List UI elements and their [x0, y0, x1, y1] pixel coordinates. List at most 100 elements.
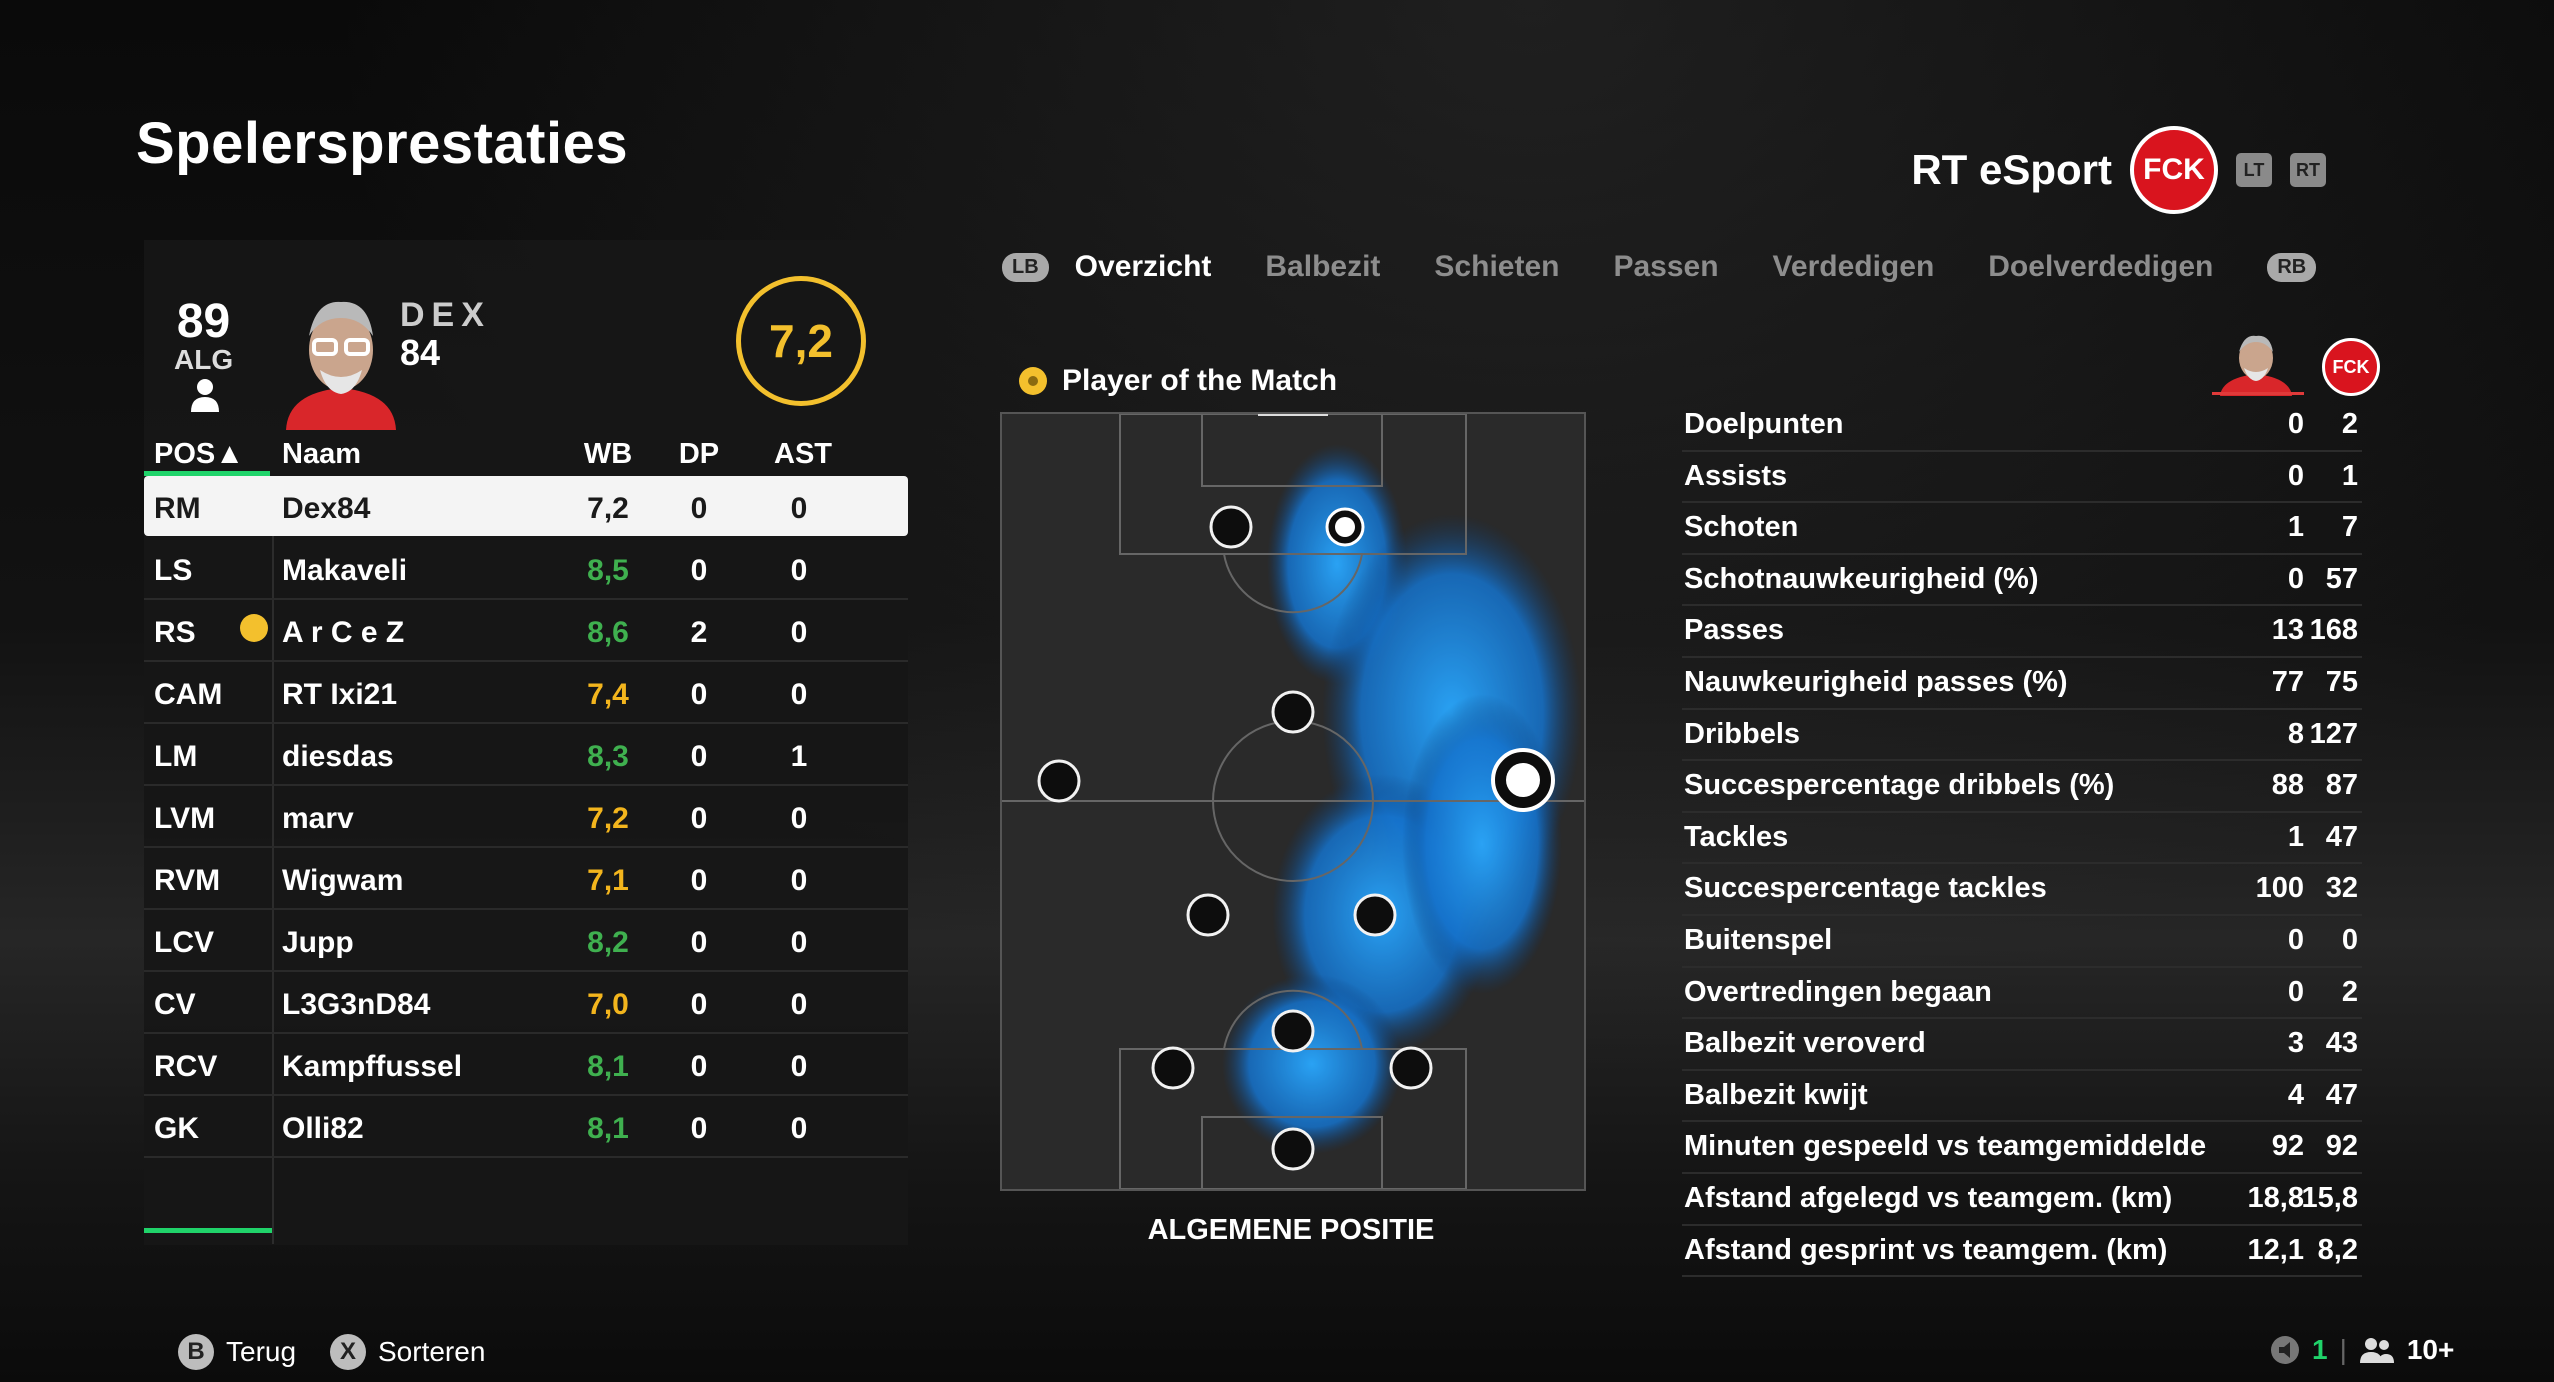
row-wb: 7,0	[587, 988, 629, 1021]
x-button-icon: X	[330, 1334, 366, 1370]
row-pos: RVM	[154, 864, 221, 897]
row-ast: 0	[790, 1050, 808, 1083]
row-wb: 8,3	[587, 740, 629, 773]
row-pos: RM	[154, 492, 201, 525]
stat-player-value: 0	[2287, 975, 2304, 1008]
table-row[interactable]: LS Makaveli 8,5 0 0	[144, 538, 908, 600]
row-wb: 7,2	[587, 802, 629, 835]
stat-label: Balbezit veroverd	[1684, 1027, 1926, 1060]
row-dp: 0	[690, 864, 708, 897]
table-row[interactable]: RCV Kampffussel 8,1 0 0	[144, 1034, 908, 1096]
tab-overzicht[interactable]: Overzicht	[1075, 250, 1212, 284]
team-header: RT eSport FCK LT RT	[1911, 126, 2326, 214]
player-of-the-match: Player of the Match	[1018, 364, 1337, 398]
row-dp: 0	[690, 926, 708, 959]
table-row[interactable]: LM diesdas 8,3 0 1	[144, 724, 908, 786]
tab-balbezit[interactable]: Balbezit	[1265, 250, 1380, 284]
header-name[interactable]: Naam	[282, 438, 361, 471]
team-name: RT eSport	[1911, 146, 2112, 193]
stat-row: Doelpunten 0 2	[1682, 400, 2362, 452]
row-pos: RCV	[154, 1050, 218, 1083]
rb-button[interactable]: RB	[2267, 252, 2317, 282]
table-row[interactable]: RM Dex84 7,2 0 0	[144, 476, 908, 536]
stat-label: Minuten gespeeld vs teamgemiddelde	[1684, 1130, 2207, 1163]
stat-row: Schoten 1 7	[1682, 503, 2362, 555]
b-button-icon: B	[178, 1334, 214, 1370]
stat-row: Minuten gespeeld vs teamgemiddelde 92 92	[1682, 1122, 2362, 1174]
stat-label: Assists	[1684, 459, 1788, 492]
stat-player-value: 4	[2287, 1078, 2304, 1111]
row-name: Jupp	[282, 926, 354, 959]
lt-button[interactable]: LT	[2236, 153, 2272, 187]
position-heatmap	[1000, 412, 1586, 1191]
stat-team-value: 127	[2309, 717, 2358, 750]
stat-row: Passes 13 168	[1682, 606, 2362, 658]
header-wb[interactable]: WB	[578, 438, 638, 471]
stat-row: Succespercentage tackles 100 32	[1682, 864, 2362, 916]
stat-row: Nauwkeurigheid passes (%) 77 75	[1682, 658, 2362, 710]
row-ast: 0	[790, 988, 808, 1021]
row-name: RT Ixi21	[282, 678, 398, 711]
player-column-underline	[2212, 392, 2304, 395]
stat-team-value: 2	[2341, 408, 2358, 440]
stat-player-value: 1	[2287, 511, 2304, 544]
stat-team-value: 32	[2325, 872, 2358, 905]
stat-label: Schotnauwkeurigheid (%)	[1684, 562, 2039, 595]
stat-player-value: 0	[2287, 562, 2304, 595]
overall-value: 89	[176, 295, 231, 348]
back-label: Terug	[226, 1336, 297, 1367]
row-pos: CAM	[154, 678, 223, 711]
row-dp: 0	[690, 678, 708, 711]
overall-rating: 89 ALG	[174, 298, 233, 374]
stat-team-value: 0	[2341, 923, 2358, 956]
players-icon	[2359, 1338, 2394, 1363]
row-wb: 8,6	[587, 616, 629, 649]
page-title: Spelersprestaties	[136, 111, 629, 176]
table-row[interactable]: CV L3G3nD84 7,0 0 0	[144, 972, 908, 1034]
stat-label: Nauwkeurigheid passes (%)	[1684, 665, 2068, 698]
row-pos: LVM	[154, 802, 216, 835]
selected-player-marker	[1491, 748, 1555, 812]
header-ast[interactable]: AST	[774, 438, 832, 471]
row-wb: 8,1	[587, 1112, 629, 1145]
row-name: Dex84	[282, 492, 371, 525]
header-dp[interactable]: DP	[674, 438, 724, 471]
stat-player-value: 77	[2271, 665, 2304, 698]
stat-row: Overtredingen begaan 0 2	[1682, 968, 2362, 1020]
stat-label: Overtredingen begaan	[1684, 975, 1992, 1008]
stat-label: Afstand gesprint vs teamgem. (km)	[1684, 1233, 2168, 1266]
tab-verdedigen[interactable]: Verdedigen	[1773, 250, 1935, 284]
table-row[interactable]: RVM Wigwam 7,1 0 0	[144, 848, 908, 910]
row-ast: 0	[790, 678, 808, 711]
header-pos[interactable]: POS▲	[154, 438, 244, 471]
person-icon	[191, 379, 219, 412]
table-row[interactable]: RS A r C e Z 8,6 2 0	[144, 600, 908, 662]
table-row[interactable]: CAM RT Ixi21 7,4 0 0	[144, 662, 908, 724]
table-row[interactable]: GK Olli82 8,1 0 0	[144, 1096, 908, 1158]
stat-label: Doelpunten	[1684, 408, 1844, 440]
stat-player-value: 0	[2287, 459, 2304, 492]
status-bar: 1 | 10+	[2270, 1334, 2454, 1366]
stat-team-value: 43	[2325, 1027, 2358, 1060]
row-ast: 0	[790, 864, 808, 897]
tab-passen[interactable]: Passen	[1613, 250, 1718, 284]
row-pos: GK	[154, 1112, 199, 1145]
tab-schieten[interactable]: Schieten	[1434, 250, 1559, 284]
row-ast: 0	[790, 492, 808, 525]
back-action[interactable]: B Terug	[178, 1334, 296, 1370]
row-pos: CV	[154, 988, 196, 1021]
stat-player-value: 1	[2287, 820, 2304, 853]
rt-button[interactable]: RT	[2290, 153, 2326, 187]
sort-action[interactable]: X Sorteren	[330, 1334, 485, 1370]
stat-row: Balbezit veroverd 3 43	[1682, 1019, 2362, 1071]
tab-doelverdedigen[interactable]: Doelverdedigen	[1988, 250, 2213, 284]
row-pos: LCV	[154, 926, 214, 959]
table-row[interactable]: LCV Jupp 8,2 0 0	[144, 910, 908, 972]
row-wb: 8,5	[587, 554, 629, 587]
stat-player-value: 100	[2255, 872, 2304, 905]
match-rating: 7,2	[736, 276, 866, 406]
table-row[interactable]: LVM marv 7,2 0 0	[144, 786, 908, 848]
speaker-muted-icon	[2271, 1336, 2299, 1364]
lb-button[interactable]: LB	[1002, 252, 1049, 282]
stat-team-value: 7	[2341, 511, 2358, 544]
